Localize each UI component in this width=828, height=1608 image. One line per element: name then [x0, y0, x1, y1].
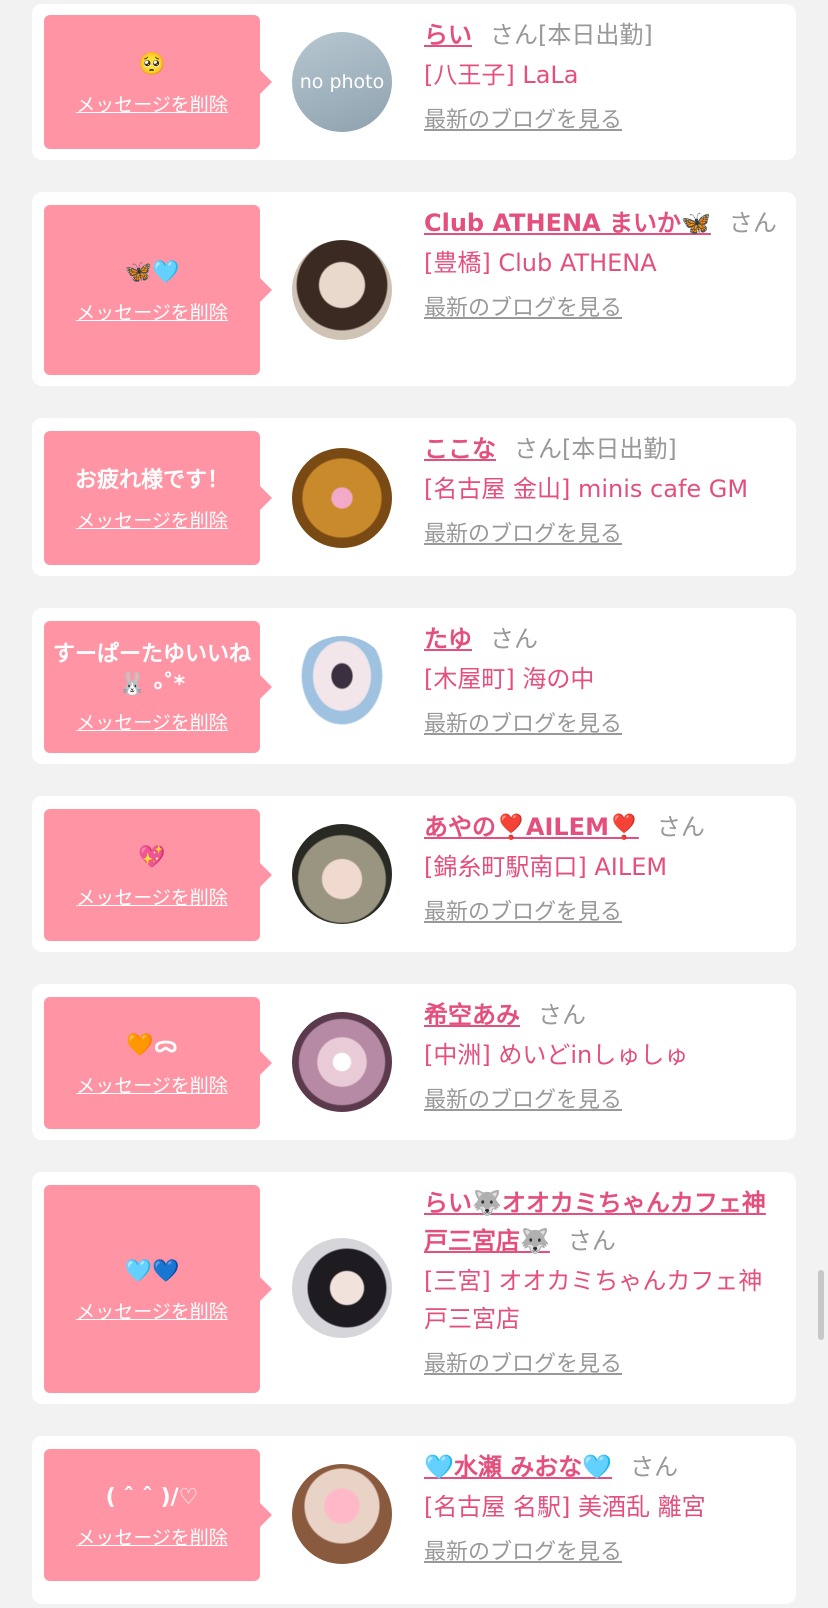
work-status: [本日出勤] [562, 435, 677, 463]
name-line: たゆ さん [424, 620, 786, 658]
message-text: 🩵💙 [124, 1258, 180, 1284]
cast-name-link[interactable]: らい [424, 21, 472, 49]
avatar[interactable] [292, 1012, 392, 1112]
message-bubble: お疲れ様です！ メッセージを削除 [44, 431, 272, 565]
shop-name: [名古屋 金山] minis cafe GM [424, 475, 749, 503]
blog-link[interactable]: 最新のブログを見る [424, 710, 622, 740]
blog-link[interactable]: 最新のブログを見る [424, 294, 622, 324]
scrollbar[interactable] [818, 1270, 824, 1340]
message-card: すーぱーたゆいいね🐰 ৹˚* メッセージを削除 たゆ さん [木屋町] 海の中 最… [32, 608, 796, 764]
cast-name-link[interactable]: あやの❣️AILEM❣️ [424, 813, 639, 841]
message-bubble: 🧡ᯅ メッセージを削除 [44, 997, 272, 1129]
message-text: お疲れ様です！ [74, 467, 229, 493]
entry-info: 希空あみ さん [中洲] めいどinしゅしゅ 最新のブログを見る [424, 996, 786, 1116]
message-text: 🥺 [138, 51, 166, 77]
message-bubble: 💖 メッセージを削除 [44, 809, 272, 941]
honorific: さん [656, 813, 705, 841]
avatar[interactable] [292, 636, 392, 736]
avatar[interactable] [292, 240, 392, 340]
honorific: さん [728, 209, 777, 237]
blog-link[interactable]: 最新のブログを見る [424, 1538, 622, 1568]
honorific: さん [538, 1001, 586, 1029]
name-line: あやの❣️AILEM❣️ さん [424, 808, 786, 846]
entry-info: らい🐺オオカミちゃんカフェ神戸三宮店🐺 さん [三宮] オオカミちゃんカフェ神戸三… [424, 1184, 786, 1380]
shop-name: [三宮] オオカミちゃんカフェ神戸三宮店 [424, 1267, 763, 1333]
message-bubble: 🥺 メッセージを削除 [44, 15, 272, 149]
message-bubble: 🩵💙 メッセージを削除 [44, 1185, 272, 1393]
avatar[interactable] [292, 1238, 392, 1338]
avatar[interactable] [292, 448, 392, 548]
delete-message-link[interactable]: メッセージを削除 [76, 1297, 228, 1324]
avatar[interactable]: no photo [292, 32, 392, 132]
shop-name: [中洲] めいどinしゅしゅ [424, 1041, 689, 1069]
entry-info: たゆ さん [木屋町] 海の中 最新のブログを見る [424, 620, 786, 740]
name-line: Club ATHENA まいか🦋 さん [424, 204, 786, 242]
avatar[interactable] [292, 1464, 392, 1564]
name-line: ここな さん[本日出勤] [424, 430, 786, 468]
delete-message-link[interactable]: メッセージを削除 [76, 1523, 228, 1550]
name-line: 希空あみ さん [424, 996, 786, 1034]
entry-info: らい さん[本日出勤] [八王子] LaLa 最新のブログを見る [424, 16, 786, 136]
message-card: 🧡ᯅ メッセージを削除 希空あみ さん [中洲] めいどinしゅしゅ 最新のブログ… [32, 984, 796, 1140]
shop-name: [八王子] LaLa [424, 61, 579, 89]
blog-link[interactable]: 最新のブログを見る [424, 106, 622, 136]
cast-name-link[interactable]: 希空あみ [424, 1001, 520, 1029]
message-card: 🥺 メッセージを削除 no photo らい さん[本日出勤] [八王子] LaL… [32, 4, 796, 160]
message-card: 💖 メッセージを削除 あやの❣️AILEM❣️ さん [錦糸町駅南口] AILEM… [32, 796, 796, 952]
message-text: 🧡ᯅ [126, 1032, 178, 1058]
message-card: お疲れ様です！ メッセージを削除 ここな さん[本日出勤] [名古屋 金山] mi… [32, 418, 796, 576]
cast-name-link[interactable]: Club ATHENA まいか🦋 [424, 209, 711, 237]
cast-name-link[interactable]: たゆ [424, 625, 472, 653]
message-text: すーぱーたゆいいね🐰 ৹˚* [52, 641, 251, 697]
message-text: 🦋🩵 [124, 259, 180, 285]
honorific: さん [490, 21, 538, 49]
honorific: さん [514, 435, 562, 463]
work-status: [本日出勤] [538, 21, 653, 49]
shop-name: [豊橋] Club ATHENA [424, 249, 657, 277]
name-line: らい さん[本日出勤] [424, 16, 786, 54]
blog-link[interactable]: 最新のブログを見る [424, 1350, 622, 1380]
entry-info: Club ATHENA まいか🦋 さん [豊橋] Club ATHENA 最新のブ… [424, 204, 786, 324]
entry-info: 🩵水瀬 みおな🩵 さん [名古屋 名駅] 美酒乱 離宮 最新のブログを見る [424, 1448, 786, 1568]
avatar-placeholder-text: no photo [299, 71, 385, 93]
message-card: 🦋🩵 メッセージを削除 Club ATHENA まいか🦋 さん [豊橋] Club… [32, 192, 796, 386]
shop-name: [名古屋 名駅] 美酒乱 離宮 [424, 1493, 706, 1521]
honorific: さん [567, 1227, 616, 1255]
delete-message-link[interactable]: メッセージを削除 [76, 1071, 228, 1098]
blog-link[interactable]: 最新のブログを見る [424, 898, 622, 928]
cast-name-link[interactable]: ここな [424, 435, 496, 463]
message-bubble: 🦋🩵 メッセージを削除 [44, 205, 272, 375]
honorific: さん [630, 1453, 679, 1481]
cast-name-link[interactable]: 🩵水瀬 みおな🩵 [424, 1453, 612, 1481]
message-text: ( ˆ ˆ )/♡ [105, 1484, 199, 1510]
name-line: 🩵水瀬 みおな🩵 さん [424, 1448, 786, 1486]
message-bubble: すーぱーたゆいいね🐰 ৹˚* メッセージを削除 [44, 621, 272, 753]
message-card: 🩵💙 メッセージを削除 らい🐺オオカミちゃんカフェ神戸三宮店🐺 さん [三宮] オ… [32, 1172, 796, 1404]
name-line: らい🐺オオカミちゃんカフェ神戸三宮店🐺 さん [424, 1184, 786, 1260]
delete-message-link[interactable]: メッセージを削除 [76, 298, 228, 325]
avatar[interactable] [292, 824, 392, 924]
honorific: さん [490, 625, 538, 653]
shop-name: [木屋町] 海の中 [424, 665, 595, 693]
message-bubble: ( ˆ ˆ )/♡ メッセージを削除 [44, 1449, 272, 1581]
message-card: ( ˆ ˆ )/♡ メッセージを削除 🩵水瀬 みおな🩵 さん [名古屋 名駅] 美… [32, 1436, 796, 1604]
blog-link[interactable]: 最新のブログを見る [424, 1086, 622, 1116]
delete-message-link[interactable]: メッセージを削除 [76, 90, 228, 117]
delete-message-link[interactable]: メッセージを削除 [76, 708, 228, 735]
message-text: 💖 [138, 844, 166, 870]
delete-message-link[interactable]: メッセージを削除 [76, 506, 228, 533]
entry-info: ここな さん[本日出勤] [名古屋 金山] minis cafe GM 最新のブロ… [424, 430, 786, 550]
delete-message-link[interactable]: メッセージを削除 [76, 883, 228, 910]
shop-name: [錦糸町駅南口] AILEM [424, 853, 668, 881]
entry-info: あやの❣️AILEM❣️ さん [錦糸町駅南口] AILEM 最新のブログを見る [424, 808, 786, 928]
blog-link[interactable]: 最新のブログを見る [424, 520, 622, 550]
